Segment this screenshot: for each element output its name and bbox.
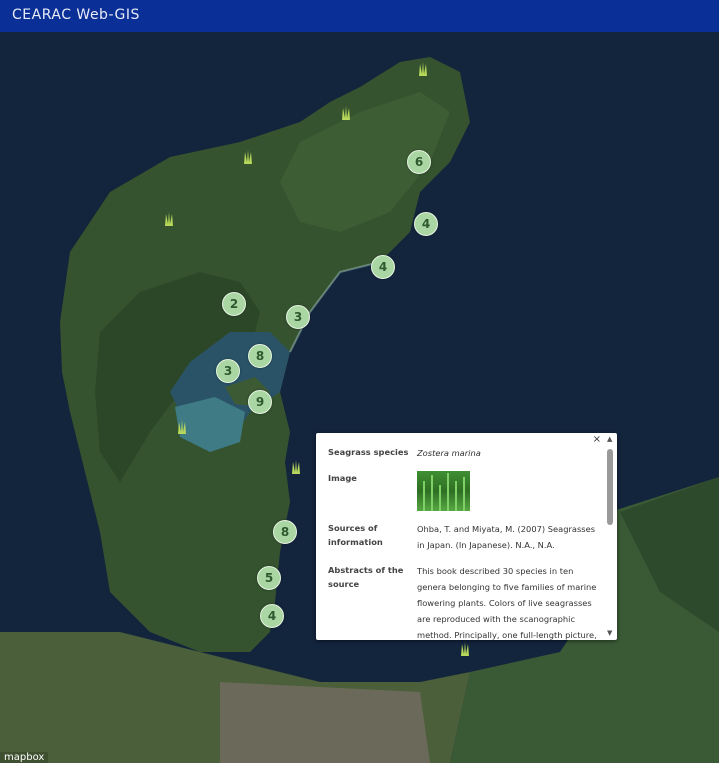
scroll-up-icon[interactable]: ▲	[607, 435, 612, 443]
cluster-marker[interactable]: 6	[407, 150, 431, 174]
image-value	[417, 471, 603, 511]
sources-row: Sources of information Ohba, T. and Miya…	[328, 521, 603, 553]
app-header: CEARAC Web-GIS	[0, 0, 719, 32]
seagrass-icon[interactable]	[340, 104, 352, 120]
seagrass-icon[interactable]	[163, 210, 175, 226]
cluster-marker[interactable]: 4	[371, 255, 395, 279]
seagrass-photo[interactable]	[417, 471, 470, 511]
popup-scrollbar[interactable]: ▲ ▼	[606, 435, 614, 637]
map-view[interactable]: 6 4 4 2 3 8 3 9 8 5 4 mapbox	[0, 32, 719, 763]
species-value: Zostera marina	[417, 448, 481, 458]
mapbox-attribution[interactable]: mapbox	[0, 752, 49, 763]
cluster-marker[interactable]: 4	[414, 212, 438, 236]
cluster-marker[interactable]: 4	[260, 604, 284, 628]
abstract-row: Abstracts of the source This book descri…	[328, 563, 603, 640]
seagrass-icon[interactable]	[417, 60, 429, 76]
image-label: Image	[328, 473, 357, 483]
cluster-marker[interactable]: 3	[286, 305, 310, 329]
seagrass-icon[interactable]	[176, 418, 188, 434]
sources-label: Sources of information	[328, 523, 383, 547]
seagrass-icon[interactable]	[459, 640, 471, 656]
app-title: CEARAC Web-GIS	[12, 7, 140, 23]
cluster-marker[interactable]: 3	[216, 359, 240, 383]
cluster-marker[interactable]: 5	[257, 566, 281, 590]
seagrass-icon[interactable]	[290, 458, 302, 474]
species-row: Seagrass species Zostera marina	[328, 445, 603, 461]
sources-value: Ohba, T. and Miyata, M. (2007) Seagrasse…	[417, 524, 596, 550]
cluster-marker[interactable]: 2	[222, 292, 246, 316]
scrollbar-thumb[interactable]	[607, 449, 613, 525]
abstract-label: Abstracts of the source	[328, 565, 404, 589]
abstract-value: This book described 30 species in ten ge…	[417, 566, 597, 640]
seagrass-icon[interactable]	[242, 148, 254, 164]
cluster-marker[interactable]: 9	[248, 390, 272, 414]
cluster-marker[interactable]: 8	[248, 344, 272, 368]
scroll-down-icon[interactable]: ▼	[607, 629, 612, 637]
image-row: Image	[328, 471, 603, 511]
species-label: Seagrass species	[328, 447, 409, 457]
cluster-marker[interactable]: 8	[273, 520, 297, 544]
feature-popup: × ▲ ▼ Seagrass species Zostera marina Im…	[316, 433, 617, 640]
satellite-basemap[interactable]	[0, 32, 719, 763]
close-icon[interactable]: ×	[593, 434, 601, 445]
popup-content: Seagrass species Zostera marina Image So…	[328, 445, 603, 640]
